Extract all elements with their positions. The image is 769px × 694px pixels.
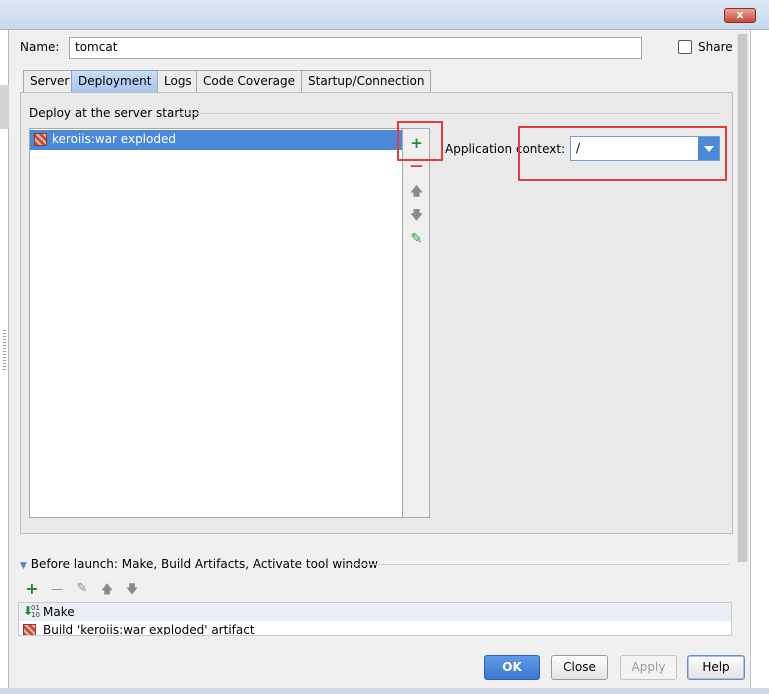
deploy-section-label: Deploy at the server startup — [29, 106, 200, 120]
highlight-box-context — [518, 126, 727, 181]
edit-icon[interactable]: ✎ — [72, 580, 92, 598]
remove-icon[interactable]: — — [47, 580, 67, 598]
move-up-icon[interactable]: 🡅 — [97, 580, 117, 598]
deploy-toolbar: + — 🡅 🡇 ✎ — [403, 128, 430, 518]
title-bar — [0, 0, 769, 30]
ok-button[interactable]: OK — [484, 655, 540, 680]
list-item-label: keroiis:war exploded — [52, 132, 176, 146]
tab-code-coverage[interactable]: Code Coverage — [196, 70, 303, 92]
window-right-edge — [750, 30, 769, 694]
name-input[interactable]: tomcat — [69, 37, 642, 59]
list-item[interactable]: Build 'keroiis:war exploded' artifact — [19, 621, 731, 636]
apply-button[interactable]: Apply — [620, 655, 677, 680]
window-close-button[interactable]: x — [724, 8, 756, 23]
share-checkbox[interactable] — [678, 40, 692, 54]
name-label: Name: — [20, 40, 60, 54]
tab-logs[interactable]: Logs — [157, 70, 199, 92]
deploy-artifact-list[interactable] — [29, 128, 403, 518]
before-launch-divider — [345, 564, 730, 565]
tab-server[interactable]: Server — [23, 70, 77, 92]
list-item[interactable]: keroiis:war exploded — [30, 130, 402, 150]
list-item-label: Build 'keroiis:war exploded' artifact — [43, 623, 255, 636]
scrollbar-thumb[interactable] — [738, 34, 747, 562]
list-item-label: Make — [43, 605, 75, 619]
artifact-icon — [23, 624, 36, 635]
share-label[interactable]: Share — [698, 40, 733, 54]
window-bottom-edge — [0, 688, 769, 694]
splitter-grip-icon[interactable] — [3, 330, 6, 370]
list-item[interactable]: ⬇ 01 10 Make — [19, 603, 731, 621]
tab-deployment[interactable]: Deployment — [71, 70, 159, 92]
move-up-icon[interactable]: 🡅 — [403, 179, 430, 203]
section-divider — [180, 113, 720, 114]
config-tree-strip — [0, 30, 9, 694]
move-down-icon[interactable]: 🡇 — [403, 203, 430, 227]
move-down-icon[interactable]: 🡇 — [122, 580, 142, 598]
before-launch-text: Before launch: Make, Build Artifacts, Ac… — [30, 557, 378, 571]
add-icon[interactable]: + — [22, 580, 42, 598]
make-icon: ⬇ 01 10 — [23, 604, 40, 619]
highlight-box-add — [397, 121, 443, 161]
help-button[interactable]: Help — [687, 655, 745, 680]
tree-selection — [0, 85, 9, 129]
edit-icon[interactable]: ✎ — [403, 227, 430, 251]
tab-startup-connection[interactable]: Startup/Connection — [301, 70, 432, 92]
vertical-scrollbar[interactable] — [737, 34, 748, 562]
before-launch-list[interactable]: ⬇ 01 10 Make Build 'keroiis:war exploded' … — [18, 602, 732, 636]
artifact-icon — [34, 133, 47, 146]
collapse-triangle-icon[interactable]: ▼ — [20, 561, 27, 571]
before-launch-label[interactable]: ▼ Before launch: Make, Build Artifacts, … — [20, 557, 378, 571]
close-button[interactable]: Close — [551, 655, 608, 680]
